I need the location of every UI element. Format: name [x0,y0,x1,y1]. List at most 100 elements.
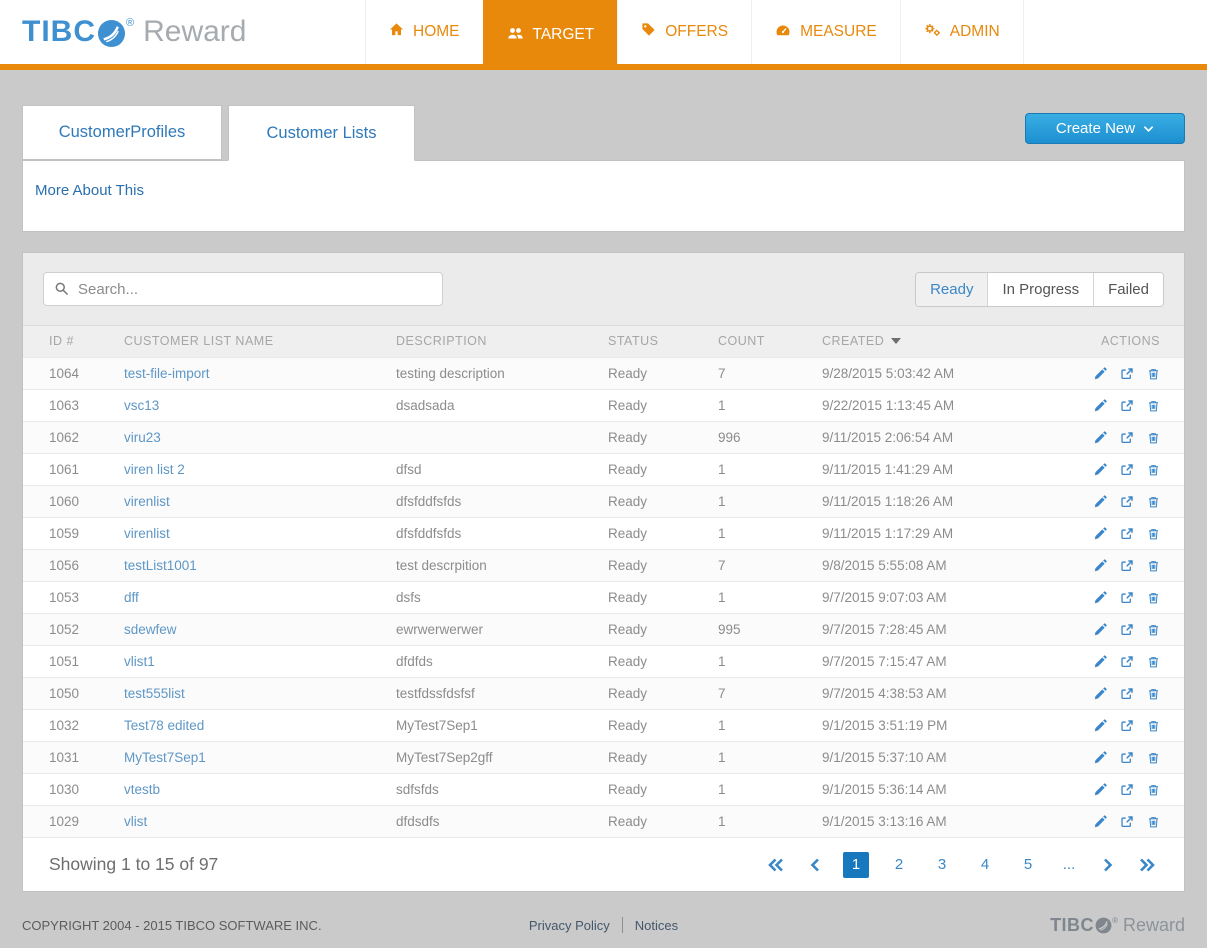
delete-icon[interactable] [1147,815,1160,829]
edit-icon[interactable] [1093,751,1108,765]
customer-list-name-link[interactable]: testList1001 [124,558,197,573]
customer-list-name-link[interactable]: Test78 edited [124,718,204,733]
filter-failed-button[interactable]: Failed [1093,272,1163,306]
page-button-2[interactable]: 2 [886,852,912,878]
table-row: 1050 test555list testfdssfdsfsf Ready 7 … [23,676,1184,709]
nav-label: MEASURE [800,23,877,40]
previous-page-button[interactable] [804,858,826,872]
delete-icon[interactable] [1147,591,1160,605]
privacy-policy-link[interactable]: Privacy Policy [529,918,610,933]
customer-list-name-link[interactable]: vsc13 [124,398,159,413]
row-actions [1071,708,1184,741]
column-header-id[interactable]: ID # [23,326,115,357]
customer-list-name-link[interactable]: dff [124,590,139,605]
more-about-this-link[interactable]: More About This [35,182,144,199]
edit-icon[interactable] [1093,719,1108,733]
customer-list-name-link[interactable]: test555list [124,686,185,701]
nav-item-measure[interactable]: MEASURE [751,0,900,64]
table-row: 1060 virenlist dfsfddfsfds Ready 1 9/11/… [23,484,1184,517]
delete-icon[interactable] [1147,431,1160,445]
customer-list-name-link[interactable]: sdewfew [124,622,177,637]
edit-icon[interactable] [1093,527,1108,541]
tab-customer-lists[interactable]: Customer Lists [228,105,415,161]
edit-icon[interactable] [1093,783,1108,797]
main-navigation: HOME TARGET OFFERS MEASURE ADMIN [365,0,1024,70]
open-external-icon[interactable] [1120,815,1134,829]
open-external-icon[interactable] [1120,559,1134,573]
open-external-icon[interactable] [1120,527,1134,541]
customer-list-name-link[interactable]: vlist [124,814,147,829]
delete-icon[interactable] [1147,751,1160,765]
edit-icon[interactable] [1093,463,1108,477]
open-external-icon[interactable] [1120,399,1134,413]
open-external-icon[interactable] [1120,783,1134,797]
filter-ready-button[interactable]: Ready [916,272,988,306]
open-external-icon[interactable] [1120,591,1134,605]
nav-item-admin[interactable]: ADMIN [899,0,1024,64]
open-external-icon[interactable] [1120,367,1134,381]
delete-icon[interactable] [1147,623,1160,637]
open-external-icon[interactable] [1120,431,1134,445]
row-count: 1 [709,708,813,741]
delete-icon[interactable] [1147,655,1160,669]
footer-brand-logo: TIBC ® Reward [678,915,1185,936]
delete-icon[interactable] [1147,367,1160,381]
page-button-4[interactable]: 4 [972,852,998,878]
tab-customer-profiles[interactable]: CustomerProfiles [22,105,222,160]
nav-item-home[interactable]: HOME [365,0,483,64]
edit-icon[interactable] [1093,655,1108,669]
edit-icon[interactable] [1093,591,1108,605]
pagination-controls: 1 2 3 4 5 ... [765,851,1158,878]
column-header-description[interactable]: DESCRIPTION [387,326,599,357]
customer-list-name-link[interactable]: test-file-import [124,366,210,381]
top-header: TIBC ® Reward HOME TARGET OFFERS MEASURE… [0,0,1207,70]
open-external-icon[interactable] [1120,655,1134,669]
page-button-1[interactable]: 1 [843,851,869,878]
nav-item-offers[interactable]: OFFERS [617,0,752,64]
delete-icon[interactable] [1147,527,1160,541]
next-page-button[interactable] [1097,858,1119,872]
delete-icon[interactable] [1147,783,1160,797]
page-button-5[interactable]: 5 [1015,852,1041,878]
open-external-icon[interactable] [1120,687,1134,701]
edit-icon[interactable] [1093,495,1108,509]
delete-icon[interactable] [1147,719,1160,733]
delete-icon[interactable] [1147,463,1160,477]
search-input[interactable] [43,272,443,306]
open-external-icon[interactable] [1120,719,1134,733]
row-created: 9/1/2015 5:36:14 AM [813,772,1071,805]
column-header-created[interactable]: CREATED [813,326,1071,357]
last-page-button[interactable] [1136,858,1158,872]
customer-list-name-link[interactable]: vtestb [124,782,160,797]
customer-list-name-link[interactable]: viru23 [124,430,161,445]
first-page-button[interactable] [765,858,787,872]
open-external-icon[interactable] [1120,495,1134,509]
customer-list-name-link[interactable]: virenlist [124,526,170,541]
edit-icon[interactable] [1093,687,1108,701]
edit-icon[interactable] [1093,367,1108,381]
column-header-count[interactable]: COUNT [709,326,813,357]
edit-icon[interactable] [1093,815,1108,829]
notices-link[interactable]: Notices [635,918,678,933]
edit-icon[interactable] [1093,559,1108,573]
delete-icon[interactable] [1147,559,1160,573]
open-external-icon[interactable] [1120,751,1134,765]
column-header-name[interactable]: CUSTOMER LIST NAME [115,326,387,357]
edit-icon[interactable] [1093,431,1108,445]
delete-icon[interactable] [1147,399,1160,413]
delete-icon[interactable] [1147,495,1160,509]
edit-icon[interactable] [1093,623,1108,637]
customer-list-name-link[interactable]: vlist1 [124,654,155,669]
customer-list-name-link[interactable]: viren list 2 [124,462,185,477]
page-button-3[interactable]: 3 [929,852,955,878]
create-new-button[interactable]: Create New [1025,113,1185,144]
customer-list-name-link[interactable]: MyTest7Sep1 [124,750,206,765]
customer-list-name-link[interactable]: virenlist [124,494,170,509]
open-external-icon[interactable] [1120,623,1134,637]
filter-in-progress-button[interactable]: In Progress [987,272,1094,306]
edit-icon[interactable] [1093,399,1108,413]
nav-item-target[interactable]: TARGET [482,0,618,70]
open-external-icon[interactable] [1120,463,1134,477]
delete-icon[interactable] [1147,687,1160,701]
column-header-status[interactable]: STATUS [599,326,709,357]
